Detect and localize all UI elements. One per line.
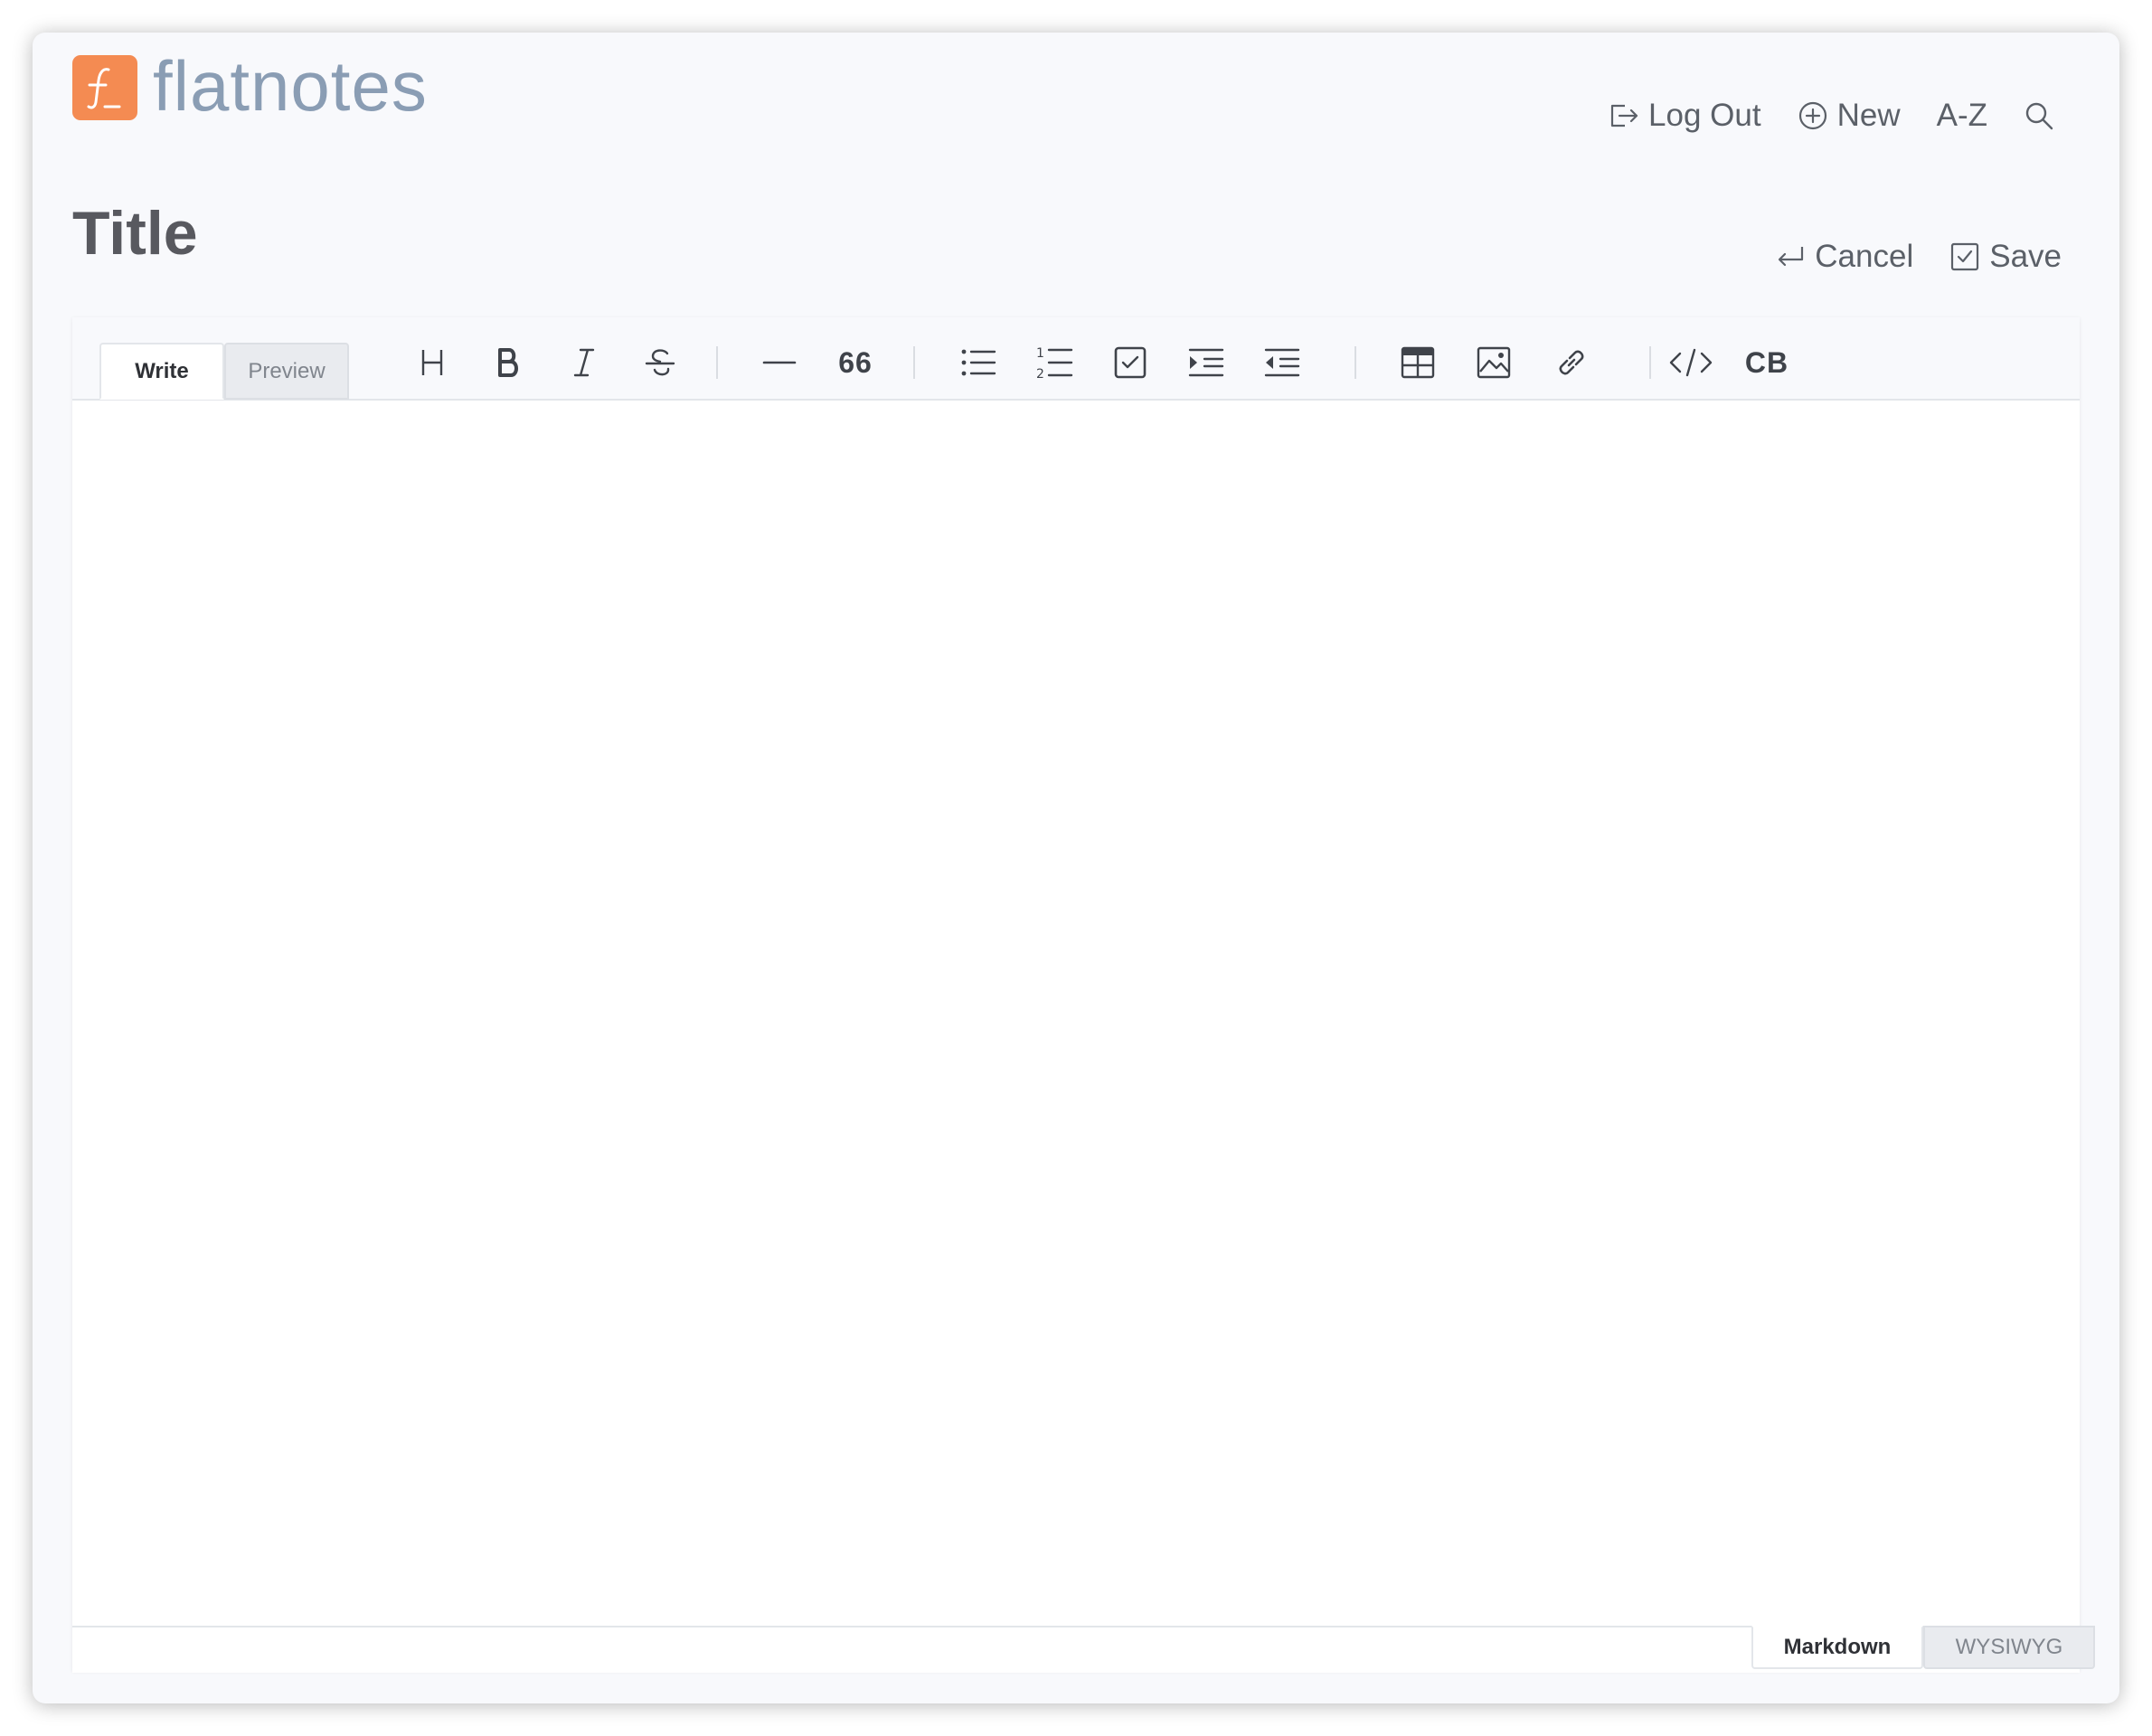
save-label: Save: [1989, 239, 2062, 274]
checkbox-icon: [1949, 241, 1980, 272]
mode-wysiwyg[interactable]: WYSIWYG: [1923, 1626, 2095, 1669]
new-note-button[interactable]: New: [1798, 98, 1901, 134]
horizontal-rule-button[interactable]: [754, 337, 805, 388]
outdent-button[interactable]: [1257, 337, 1307, 388]
sort-az-label: A-Z: [1936, 98, 1987, 133]
quote-icon: 66: [838, 345, 873, 379]
strikethrough-icon: [644, 346, 676, 379]
toolbar-separator: [716, 346, 718, 379]
new-note-label: New: [1836, 98, 1901, 133]
ordered-list-button[interactable]: 12: [1029, 337, 1080, 388]
svg-text:1: 1: [1036, 346, 1044, 361]
search-icon: [2024, 100, 2054, 131]
bold-button[interactable]: [483, 337, 533, 388]
sort-az-button[interactable]: A-Z: [1937, 98, 1987, 134]
strikethrough-button[interactable]: [635, 337, 685, 388]
bullet-list-icon: [960, 346, 996, 379]
app-logo[interactable]: flatnotes: [72, 46, 428, 126]
search-button[interactable]: [2024, 100, 2054, 131]
quote-button[interactable]: 66: [830, 337, 881, 388]
cancel-label: Cancel: [1815, 239, 1914, 274]
logout-label: Log Out: [1648, 98, 1761, 133]
code-block-button[interactable]: CB: [1741, 337, 1792, 388]
svg-text:2: 2: [1036, 367, 1044, 381]
code-icon: [1669, 346, 1713, 379]
task-list-button[interactable]: [1105, 337, 1156, 388]
link-button[interactable]: [1546, 337, 1597, 388]
code-button[interactable]: [1666, 337, 1716, 388]
heading-button[interactable]: [407, 337, 458, 388]
indent-icon: [1188, 346, 1224, 379]
code-block-icon: CB: [1744, 345, 1789, 379]
note-actions: Cancel Save: [1775, 239, 2062, 275]
heading-icon: [418, 346, 447, 379]
editor-mode-bar: Markdown WYSIWYG: [72, 1626, 2095, 1673]
task-list-icon: [1114, 346, 1147, 379]
top-nav: Log Out New A-Z: [1609, 80, 2054, 152]
image-icon: [1477, 346, 1511, 379]
ordered-list-icon: 12: [1035, 344, 1073, 381]
app-window: flatnotes Log Out New A-Z Title Cancel S…: [33, 33, 2119, 1703]
editor-toolbar: Write Preview 66 1 2 CB: [72, 317, 2080, 401]
plus-circle-icon: [1798, 100, 1828, 131]
logout-icon: [1609, 102, 1639, 129]
note-title[interactable]: Title: [72, 203, 198, 264]
mode-markdown[interactable]: Markdown: [1751, 1626, 1923, 1669]
image-button[interactable]: [1468, 337, 1519, 388]
note-content-textarea[interactable]: [72, 401, 2080, 1626]
tab-preview[interactable]: Preview: [224, 343, 349, 400]
indent-button[interactable]: [1181, 337, 1232, 388]
flatnotes-logo-icon: [72, 55, 137, 120]
link-icon: [1554, 345, 1589, 380]
save-button[interactable]: Save: [1949, 239, 2062, 275]
markdown-editor: Write Preview 66 1 2 CB Markdown WYSIWYG: [72, 317, 2095, 1673]
logout-button[interactable]: Log Out: [1609, 98, 1761, 134]
italic-button[interactable]: [559, 337, 609, 388]
bold-icon: [494, 346, 523, 379]
toolbar-separator: [1354, 346, 1356, 379]
toolbar-separator: [1649, 346, 1651, 379]
app-name: flatnotes: [153, 46, 428, 126]
outdent-icon: [1264, 346, 1300, 379]
bullet-list-button[interactable]: [953, 337, 1004, 388]
return-arrow-icon: [1775, 243, 1806, 270]
toolbar-separator: [913, 346, 915, 379]
table-icon: [1401, 346, 1435, 379]
table-button[interactable]: [1392, 337, 1443, 388]
italic-icon: [570, 346, 599, 379]
horizontal-rule-icon: [762, 346, 797, 379]
cancel-button[interactable]: Cancel: [1775, 239, 1913, 275]
tab-write[interactable]: Write: [99, 343, 224, 400]
